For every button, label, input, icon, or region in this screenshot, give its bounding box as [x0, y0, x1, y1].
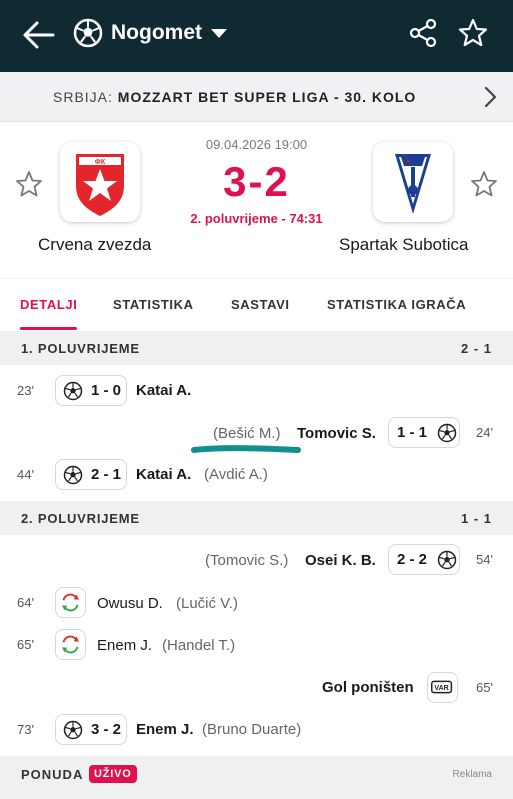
spartak-subotica-logo-icon	[395, 154, 431, 214]
soccer-ball-icon	[437, 423, 457, 442]
event-player[interactable]: Katai A.	[136, 382, 191, 399]
favorite-away-star-icon[interactable]	[470, 170, 498, 198]
substitution-icon	[62, 635, 79, 654]
event-minute: 64'	[17, 595, 34, 610]
event-assist[interactable]: (Bešić M.)	[213, 425, 281, 442]
event-minute: 24'	[476, 425, 493, 440]
substitution-icon-box	[55, 587, 86, 618]
betting-offer-footer[interactable]: PONUDA UŽIVO Reklama	[0, 756, 513, 799]
goal-score-pill: 1 - 0	[55, 375, 127, 406]
home-team-name[interactable]: Crvena zvezda	[38, 235, 151, 255]
event-player[interactable]: Tomovic S.	[297, 425, 376, 442]
event-minute: 65'	[17, 637, 34, 652]
event-assist[interactable]: (Handel T.)	[162, 637, 235, 654]
section-score: 2 - 1	[460, 341, 492, 356]
goal-score-pill: 3 - 2	[55, 714, 127, 745]
soccer-ball-icon	[73, 18, 103, 48]
event-minute: 73'	[17, 722, 34, 737]
section-second-half: 2. POLUVRIJEME 1 - 1	[0, 501, 513, 535]
event-assist[interactable]: (Tomovic S.)	[205, 552, 288, 569]
tab-statistika[interactable]: STATISTIKA	[113, 297, 194, 312]
goal-score: 2 - 2	[397, 551, 428, 568]
ad-label: Reklama	[452, 769, 492, 780]
goal-score: 1 - 1	[397, 424, 428, 441]
tab-detalji[interactable]: DETALJI	[20, 297, 77, 312]
top-app-bar: Nogomet	[0, 0, 513, 72]
event-minute: 65'	[476, 680, 493, 695]
event-assist[interactable]: (Bruno Duarte)	[202, 721, 301, 738]
soccer-ball-icon	[63, 381, 83, 400]
favorite-star-icon[interactable]	[458, 18, 488, 48]
goal-score: 3 - 2	[91, 721, 122, 738]
goal-score-pill: 2 - 1	[55, 459, 127, 490]
sport-title[interactable]: Nogomet	[111, 21, 202, 45]
event-minute: 23'	[17, 383, 34, 398]
away-team-crest[interactable]	[373, 142, 453, 222]
league-row[interactable]: SRBIJA: MOZZART BET SUPER LIGA - 30. KOL…	[0, 72, 513, 177]
goal-score-pill: 2 - 2	[388, 544, 460, 575]
event-player[interactable]: Owusu D.	[97, 595, 163, 612]
back-arrow-icon[interactable]	[22, 20, 56, 50]
section-label: 2. POLUVRIJEME	[21, 511, 140, 526]
match-header: ФК Crvena zvezda 09.04.2026 19:00 3-2 2.…	[0, 122, 513, 278]
league-name: MOZZART BET SUPER LIGA - 30. KOLO	[117, 89, 417, 105]
var-icon: VAR	[430, 680, 453, 694]
var-icon-box: VAR	[427, 672, 458, 703]
event-player[interactable]: Enem J.	[97, 637, 152, 654]
chevron-right-icon[interactable]	[480, 86, 500, 108]
soccer-ball-icon	[63, 465, 83, 484]
soccer-ball-icon	[437, 550, 457, 569]
league-country: SRBIJA:	[53, 89, 113, 105]
active-tab-indicator	[20, 327, 77, 330]
event-player[interactable]: Enem J.	[136, 721, 194, 738]
offer-label: PONUDA	[21, 767, 84, 782]
section-score: 1 - 1	[460, 511, 492, 526]
goal-score: 1 - 0	[91, 382, 122, 399]
section-label: 1. POLUVRIJEME	[21, 341, 140, 356]
event-goal-disallowed[interactable]: Gol poništen	[322, 679, 414, 696]
tab-sastavi[interactable]: SASTAVI	[231, 297, 290, 312]
sport-dropdown-caret-icon[interactable]	[211, 29, 227, 38]
goal-score: 2 - 1	[91, 466, 122, 483]
event-assist[interactable]: (Avdić A.)	[204, 466, 268, 483]
var-label: VAR	[434, 685, 448, 692]
event-player[interactable]: Osei K. B.	[305, 552, 376, 569]
live-badge: UŽIVO	[89, 765, 137, 783]
goal-score-pill: 1 - 1	[388, 417, 460, 448]
highlight-marker-stroke	[191, 445, 301, 453]
event-player[interactable]: Katai A.	[136, 466, 191, 483]
substitution-icon	[62, 593, 79, 612]
section-first-half: 1. POLUVRIJEME 2 - 1	[0, 331, 513, 365]
event-minute: 54'	[476, 552, 493, 567]
event-assist[interactable]: (Lučić V.)	[176, 595, 238, 612]
soccer-ball-icon	[63, 720, 83, 739]
share-icon[interactable]	[409, 18, 437, 48]
league-label: SRBIJA: MOZZART BET SUPER LIGA - 30. KOL…	[53, 89, 416, 105]
event-minute: 44'	[17, 467, 34, 482]
substitution-icon-box	[55, 629, 86, 660]
tab-statistika-igraca[interactable]: STATISTIKA IGRAČA	[327, 297, 466, 312]
away-team-name[interactable]: Spartak Subotica	[339, 235, 468, 255]
tab-bar: DETALJI STATISTIKA SASTAVI STATISTIKA IG…	[0, 278, 513, 330]
